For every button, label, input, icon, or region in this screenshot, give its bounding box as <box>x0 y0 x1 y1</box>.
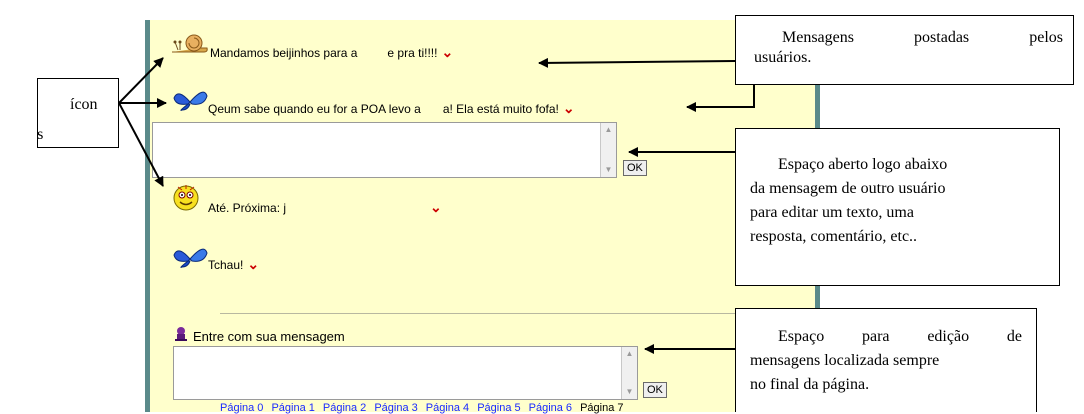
annotation-arrows <box>118 57 755 354</box>
